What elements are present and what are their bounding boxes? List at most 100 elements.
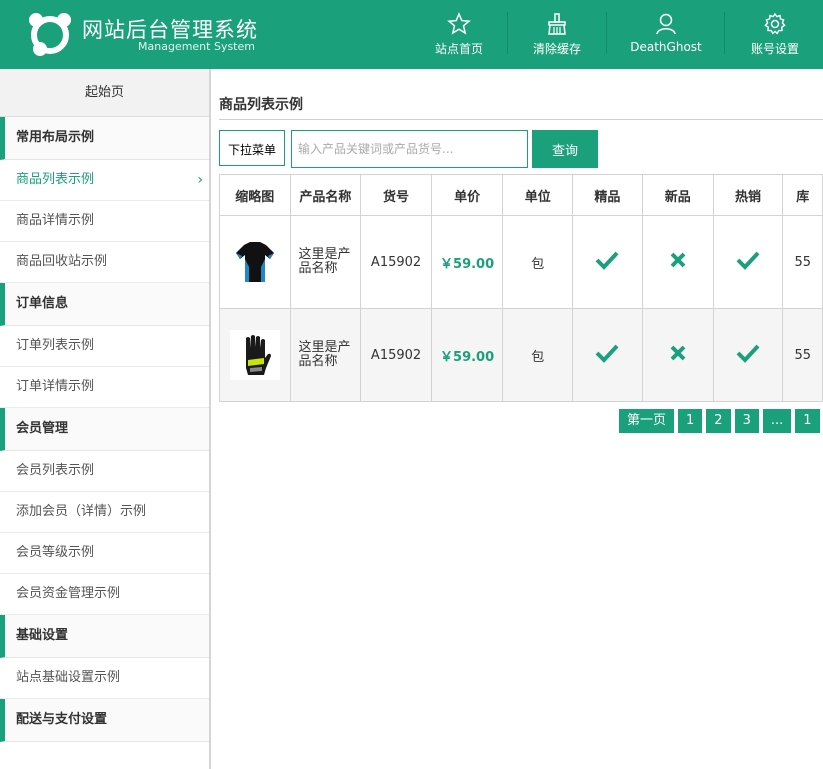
star-icon	[447, 12, 471, 35]
product-table: 缩略图 产品名称 货号 单价 单位 精品 新品 热销 库 这里是产品名称 A15…	[219, 174, 823, 402]
sidebar-group-members[interactable]: 会员管理	[0, 408, 209, 451]
sidebar: 起始页 常用布局示例 商品列表示例 › 商品详情示例 商品回收站示例 订单信息 订…	[0, 69, 211, 769]
sidebar-item-order-list[interactable]: 订单列表示例	[0, 326, 209, 367]
shirt-image[interactable]	[229, 237, 280, 287]
col-product-name: 产品名称	[289, 174, 362, 216]
cross-icon	[670, 252, 686, 268]
sidebar-home[interactable]: 起始页	[0, 69, 209, 117]
sidebar-item-add-member[interactable]: 添加会员（详情）示例	[0, 492, 209, 533]
col-stock: 库	[782, 174, 823, 216]
gear-icon	[764, 12, 786, 35]
featured-cell[interactable]	[572, 215, 643, 309]
product-price: ￥59.00	[430, 308, 504, 402]
hot-cell[interactable]	[712, 308, 784, 402]
check-icon	[596, 251, 619, 270]
featured-cell[interactable]	[572, 308, 643, 402]
table-row: 这里是产品名称 A15902 ￥59.00 包 55	[219, 215, 823, 309]
product-unit: 包	[502, 215, 573, 309]
sidebar-item-label: 商品列表示例	[16, 172, 95, 187]
nav-divider	[606, 12, 607, 54]
sidebar-item-site-settings[interactable]: 站点基础设置示例	[0, 658, 209, 699]
sidebar-item-product-recycle[interactable]: 商品回收站示例	[0, 242, 209, 283]
col-sku: 货号	[360, 174, 432, 216]
nav-divider	[724, 12, 725, 54]
product-unit: 包	[502, 308, 573, 402]
nav-label: 账号设置	[750, 42, 799, 56]
broom-icon	[548, 13, 566, 35]
new-cell[interactable]	[641, 308, 714, 402]
sidebar-item-label: 添加会员（详情）示例	[16, 504, 147, 519]
sidebar-item-label: 订单列表示例	[16, 338, 95, 353]
sidebar-group-basic-settings[interactable]: 基础设置	[0, 615, 209, 658]
sidebar-item-label: 订单详情示例	[16, 379, 95, 394]
logo-icon	[29, 13, 71, 56]
chevron-right-icon: ›	[197, 172, 203, 188]
top-header: 网站后台管理系统 Management System 站点首页 清除缓存 Dea…	[0, 0, 823, 69]
nav-clear-cache[interactable]: 清除缓存	[512, 0, 602, 69]
table-row: 这里是产品名称 A15902 ￥59.00 包 55	[219, 308, 823, 402]
sidebar-item-label: 商品回收站示例	[16, 254, 108, 269]
col-featured: 精品	[572, 174, 643, 216]
nav-account-settings[interactable]: 账号设置	[730, 0, 820, 69]
table-header-row: 缩略图 产品名称 货号 单价 单位 精品 新品 热销 库	[219, 174, 823, 216]
page-first[interactable]: 第一页	[619, 409, 675, 433]
sidebar-item-member-list[interactable]: 会员列表示例	[0, 451, 209, 492]
search-button[interactable]: 查询	[532, 130, 598, 168]
sidebar-group-layout[interactable]: 常用布局示例	[0, 117, 209, 160]
product-name[interactable]: 这里是产品名称	[289, 308, 362, 402]
dropdown-menu-button[interactable]: 下拉菜单	[219, 130, 285, 166]
col-thumbnail: 缩略图	[219, 174, 291, 216]
sidebar-group-shipping-payment[interactable]: 配送与支付设置	[0, 699, 209, 742]
nav-user[interactable]: DeathGhost	[616, 0, 716, 69]
group-title: 配送与支付设置	[16, 712, 108, 727]
cross-icon	[670, 345, 686, 361]
page-title: 商品列表示例	[219, 97, 303, 113]
sidebar-item-label: 商品详情示例	[16, 213, 95, 228]
nav-site-home[interactable]: 站点首页	[414, 0, 504, 69]
pagination: 第一页 1 2 3 ... 1	[619, 409, 820, 433]
group-title: 常用布局示例	[16, 130, 95, 145]
thumbnail-cell	[219, 308, 291, 402]
product-stock: 55	[782, 308, 823, 402]
page-3[interactable]: 3	[734, 409, 759, 433]
sidebar-group-orders[interactable]: 订单信息	[0, 283, 209, 326]
product-price: ￥59.00	[430, 215, 504, 309]
sidebar-item-label: 会员资金管理示例	[16, 586, 121, 601]
user-icon	[656, 13, 676, 35]
glove-image[interactable]	[229, 330, 280, 380]
product-sku: A15902	[360, 308, 432, 402]
page-last[interactable]: 1	[795, 409, 820, 433]
check-icon	[596, 344, 619, 363]
group-title: 基础设置	[16, 628, 69, 643]
sidebar-item-order-detail[interactable]: 订单详情示例	[0, 367, 209, 408]
check-icon	[736, 251, 760, 270]
sidebar-item-label: 站点基础设置示例	[16, 670, 121, 685]
nav-divider	[507, 12, 508, 54]
thumbnail-cell	[219, 215, 291, 309]
new-cell[interactable]	[641, 215, 714, 309]
group-title: 订单信息	[16, 296, 69, 311]
sidebar-item-label: 会员等级示例	[16, 545, 95, 560]
sidebar-item-member-level[interactable]: 会员等级示例	[0, 533, 209, 574]
page-ellipsis[interactable]: ...	[762, 409, 792, 433]
product-name[interactable]: 这里是产品名称	[289, 215, 362, 309]
sidebar-item-product-list[interactable]: 商品列表示例 ›	[0, 160, 209, 201]
sidebar-item-product-detail[interactable]: 商品详情示例	[0, 201, 209, 242]
nav-label: DeathGhost	[630, 40, 702, 54]
page-1[interactable]: 1	[678, 409, 703, 433]
sidebar-item-label: 会员列表示例	[16, 463, 95, 478]
col-price: 单价	[430, 174, 504, 216]
sidebar-item-member-funds[interactable]: 会员资金管理示例	[0, 574, 209, 615]
product-stock: 55	[782, 215, 823, 309]
nav-label: 清除缓存	[532, 42, 581, 56]
col-hot: 热销	[712, 174, 784, 216]
hot-cell[interactable]	[712, 215, 784, 309]
search-input[interactable]	[291, 130, 528, 168]
app-subtitle: Management System	[138, 40, 255, 53]
col-new: 新品	[641, 174, 714, 216]
page-2[interactable]: 2	[706, 409, 731, 433]
main-content: 商品列表示例 下拉菜单 查询 缩略图 产品名称 货号 单价 单位 精品 新品 热…	[219, 69, 823, 769]
nav-label: 站点首页	[434, 42, 483, 56]
group-title: 会员管理	[16, 421, 69, 436]
product-sku: A15902	[360, 215, 432, 309]
